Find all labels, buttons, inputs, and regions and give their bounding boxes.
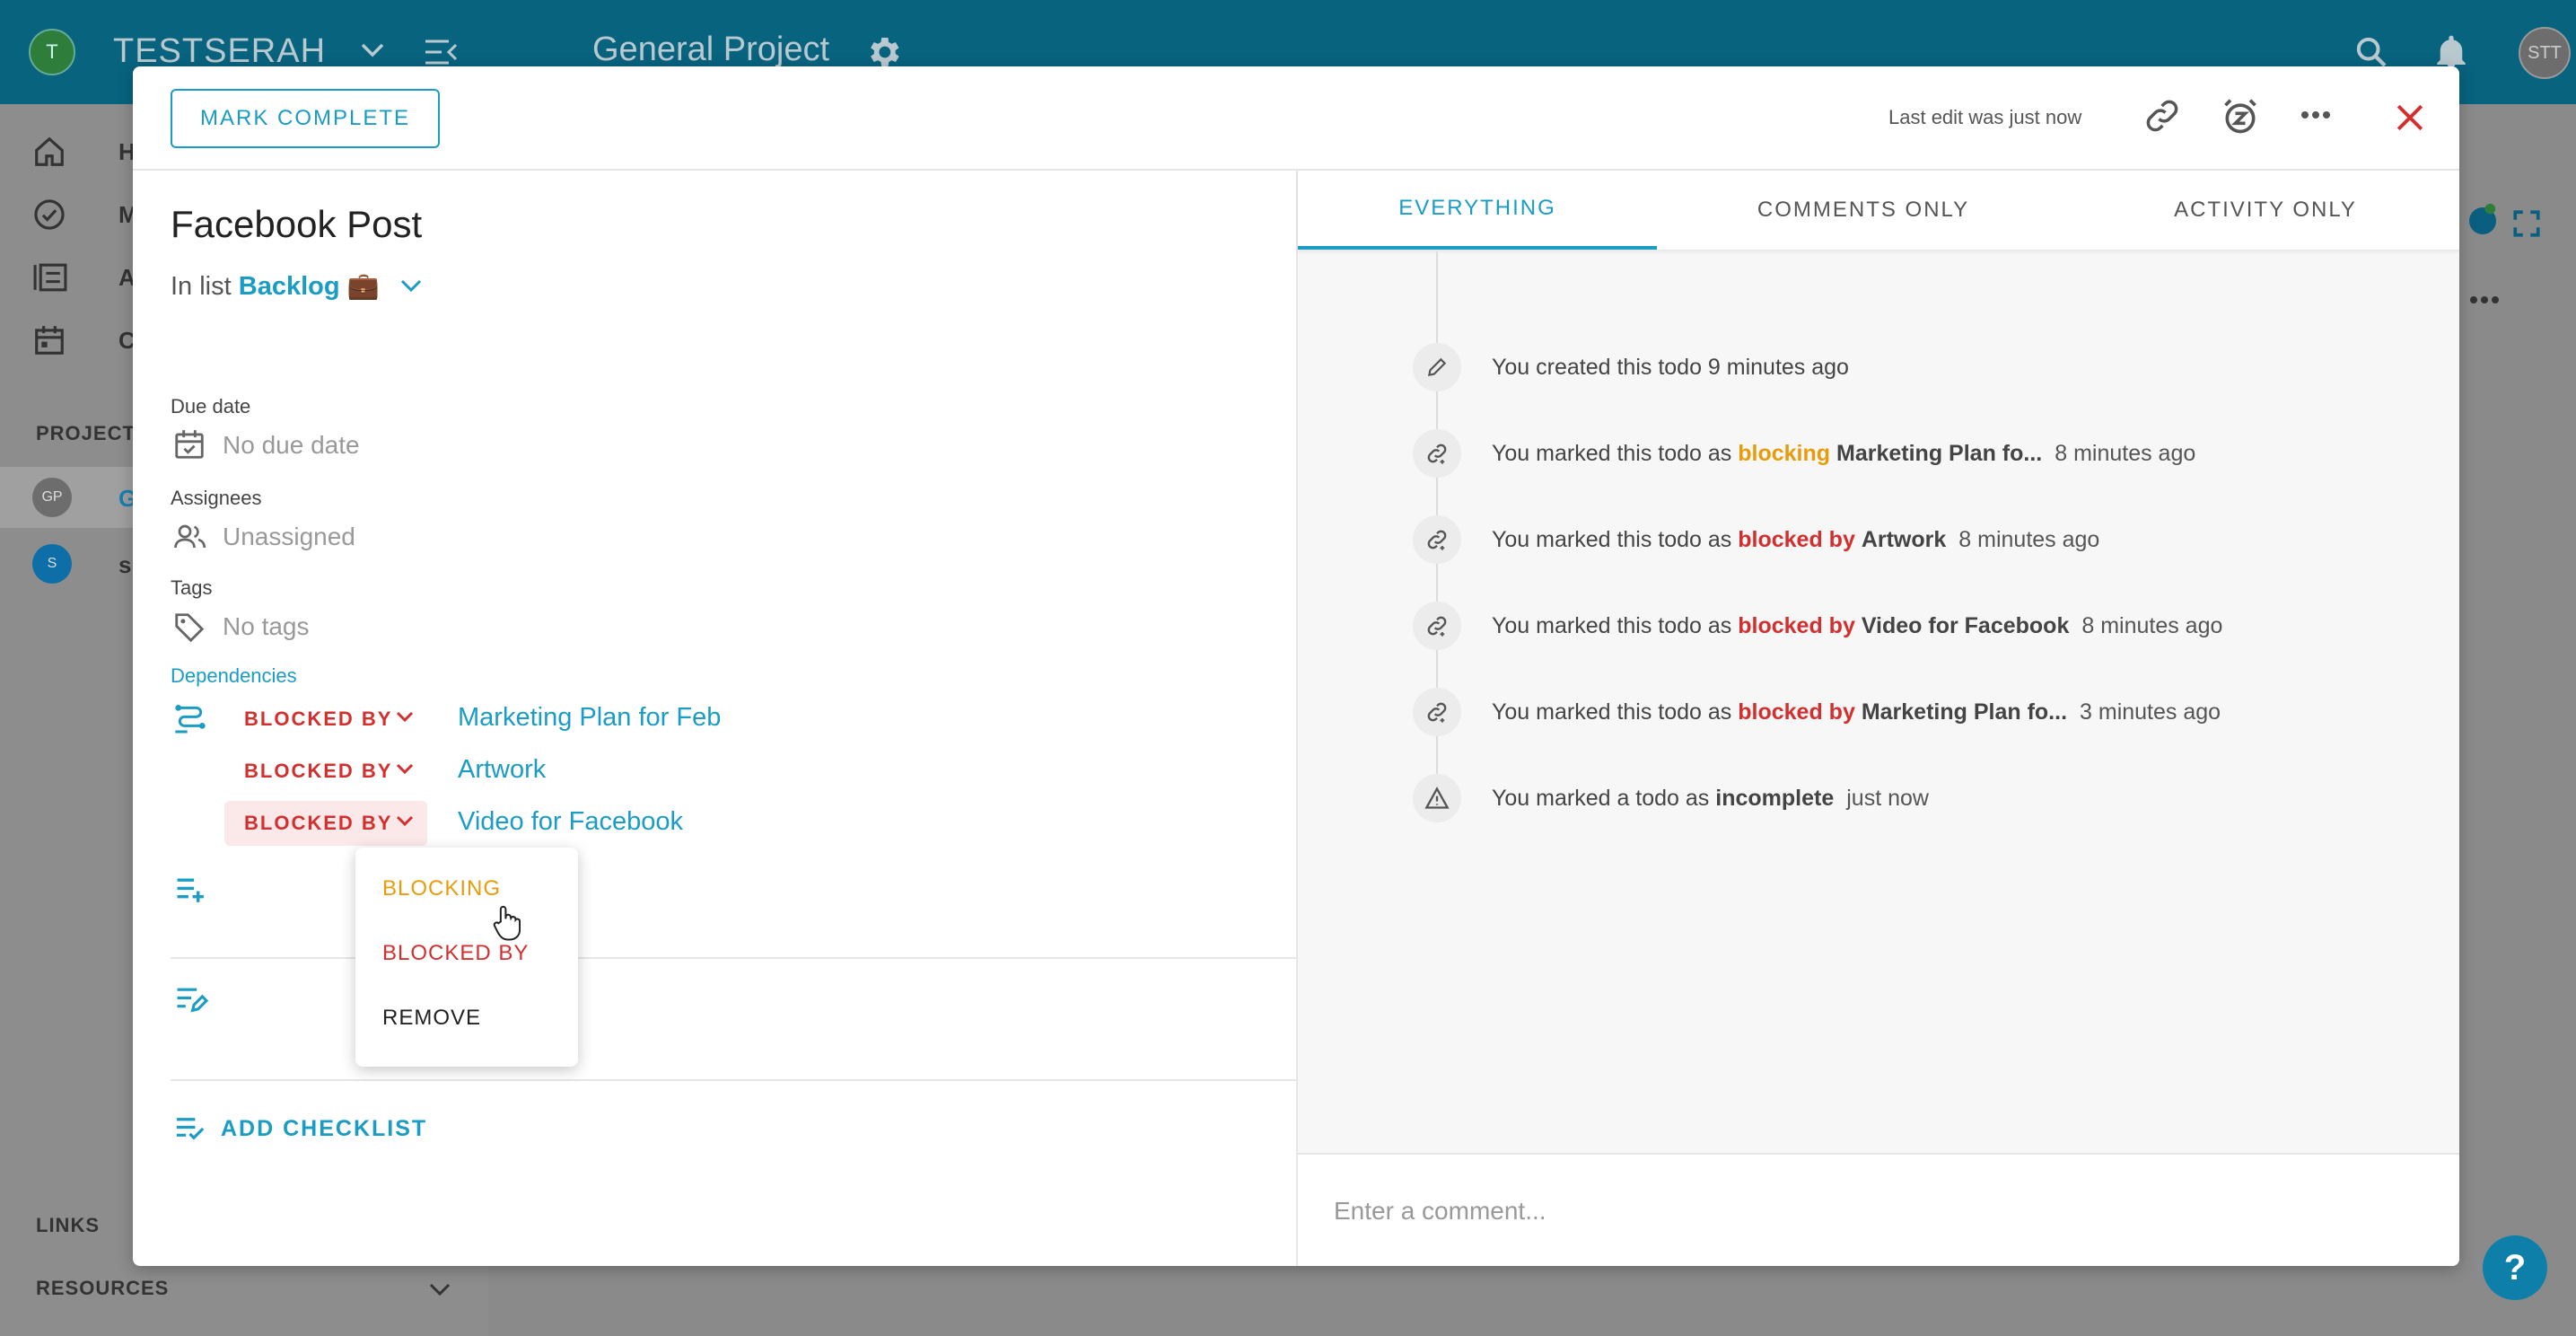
- workspace-name[interactable]: TESTSERAH: [113, 32, 326, 71]
- activity-text: You marked this todo as blocked by Video…: [1492, 613, 2223, 638]
- tab-everything[interactable]: EVERYTHING: [1298, 171, 1657, 250]
- dependency-type-menu: BLOCKING BLOCKED BY REMOVE: [355, 848, 578, 1067]
- dependency-link[interactable]: Marketing Plan for Feb: [458, 703, 721, 733]
- chevron-down-icon[interactable]: [399, 277, 424, 294]
- due-date-value[interactable]: No due date: [223, 431, 360, 460]
- chevron-down-icon: [396, 763, 414, 775]
- check-circle-icon[interactable]: [32, 198, 66, 232]
- search-icon[interactable]: [2353, 34, 2389, 70]
- chevron-down-icon[interactable]: [427, 1280, 452, 1298]
- todo-details-pane: Facebook Post In list Backlog 💼 Due date…: [133, 171, 1296, 1266]
- activity-text: You marked this todo as blocking Marketi…: [1492, 441, 2196, 466]
- chevron-down-icon: [396, 815, 414, 827]
- todo-title[interactable]: Facebook Post: [171, 203, 422, 246]
- divider: [171, 957, 1296, 959]
- chevron-down-icon: [396, 711, 414, 723]
- resources-section-label[interactable]: RESOURCES: [36, 1277, 169, 1300]
- menu-item-blocked-by[interactable]: BLOCKED BY: [382, 941, 529, 966]
- hand-cursor-icon: [493, 905, 521, 941]
- dependency-type-select[interactable]: BLOCKED BY: [224, 697, 427, 742]
- last-edit-status: Last edit was just now: [1888, 106, 2082, 128]
- more-options-icon[interactable]: [2468, 294, 2501, 305]
- activity-entry: You created this todo 9 minutes ago: [1298, 341, 2459, 395]
- warning-icon: [1413, 774, 1461, 822]
- activity-text: You marked this todo as blocked by Artwo…: [1492, 527, 2100, 552]
- collapse-menu-icon[interactable]: [424, 38, 460, 66]
- activity-entry: You marked this todo as blocked by Video…: [1298, 600, 2459, 654]
- dependency-row: BLOCKED BY Artwork: [133, 749, 1296, 795]
- checklist-icon: [176, 1118, 205, 1140]
- menu-item-remove[interactable]: REMOVE: [382, 1006, 481, 1031]
- activity-entry: You marked this todo as blocking Marketi…: [1298, 427, 2459, 481]
- links-section-label[interactable]: LINKS: [36, 1214, 100, 1237]
- divider: [171, 1079, 1296, 1081]
- activity-pane: EVERYTHING COMMENTS ONLY ACTIVITY ONLY Y…: [1296, 171, 2459, 1266]
- activity-entry: You marked a todo as incomplete just now: [1298, 772, 2459, 826]
- add-checklist-label: ADD CHECKLIST: [221, 1115, 428, 1141]
- dependency-type-label: BLOCKED BY: [244, 812, 393, 834]
- close-icon[interactable]: [2395, 102, 2425, 133]
- dependency-link[interactable]: Artwork: [458, 755, 546, 785]
- list-selector[interactable]: In list Backlog 💼: [171, 271, 380, 302]
- in-list-prefix: In list: [171, 272, 232, 301]
- assignees-label: Assignees: [171, 487, 262, 509]
- add-dependency-icon[interactable]: [174, 875, 208, 905]
- tags-label: Tags: [171, 576, 213, 599]
- dependencies-label: Dependencies: [171, 664, 297, 687]
- add-checklist-button[interactable]: ADD CHECKLIST: [174, 1115, 427, 1142]
- fullscreen-icon[interactable]: [2511, 208, 2542, 239]
- help-button[interactable]: ?: [2483, 1235, 2547, 1300]
- dependency-row: BLOCKED BY Video for Facebook: [133, 801, 1296, 848]
- modal-header: MARK COMPLETE Last edit was just now: [133, 66, 2459, 171]
- link-icon: [1413, 429, 1461, 478]
- activity-entry: You marked this todo as blocked by Marke…: [1298, 686, 2459, 740]
- mark-complete-button[interactable]: MARK COMPLETE: [171, 89, 440, 148]
- dependency-type-select[interactable]: BLOCKED BY: [224, 749, 427, 794]
- tab-activity-only[interactable]: ACTIVITY ONLY: [2070, 171, 2459, 250]
- chevron-down-icon[interactable]: [359, 40, 386, 61]
- sidebar-item-label: s: [118, 551, 132, 578]
- link-icon: [1413, 602, 1461, 650]
- link-icon: [1413, 515, 1461, 564]
- snooze-alarm-icon[interactable]: [2221, 97, 2260, 136]
- activity-text: You marked a todo as incomplete just now: [1492, 786, 1929, 811]
- link-icon[interactable]: [2143, 97, 2181, 135]
- dependency-type-label: BLOCKED BY: [244, 708, 393, 730]
- activity-text: You created this todo 9 minutes ago: [1492, 355, 1849, 380]
- tab-comments-only[interactable]: COMMENTS ONLY: [1657, 171, 2070, 250]
- home-icon[interactable]: [32, 135, 66, 169]
- menu-item-blocking[interactable]: BLOCKING: [382, 876, 501, 901]
- due-date-label: Due date: [171, 395, 251, 418]
- dependency-row: BLOCKED BY Marketing Plan for Feb: [133, 697, 1296, 743]
- pencil-icon: [1413, 343, 1461, 391]
- dependency-type-select[interactable]: BLOCKED BY: [224, 801, 427, 846]
- list-name[interactable]: Backlog 💼: [239, 272, 380, 301]
- todo-detail-modal: MARK COMPLETE Last edit was just now Fac…: [133, 66, 2459, 1266]
- calendar-check-icon[interactable]: [172, 427, 206, 461]
- project-title: General Project: [592, 31, 830, 68]
- project-avatar: S: [32, 544, 72, 584]
- assignees-value[interactable]: Unassigned: [223, 523, 355, 551]
- comment-input[interactable]: [1334, 1189, 2411, 1234]
- activity-text: You marked this todo as blocked by Marke…: [1492, 699, 2221, 725]
- calendar-icon[interactable]: [32, 323, 66, 357]
- comment-box: [1298, 1153, 2459, 1266]
- activity-icon[interactable]: [32, 260, 68, 294]
- tags-value[interactable]: No tags: [223, 612, 310, 641]
- user-avatar[interactable]: STT: [2519, 27, 2571, 79]
- edit-description-icon[interactable]: [174, 984, 208, 1015]
- more-options-icon[interactable]: [2300, 110, 2332, 120]
- tag-icon[interactable]: [172, 611, 206, 645]
- dependency-link[interactable]: Video for Facebook: [458, 807, 683, 837]
- project-avatar: GP: [32, 478, 72, 517]
- activity-entry: You marked this todo as blocked by Artwo…: [1298, 514, 2459, 567]
- dependency-type-label: BLOCKED BY: [244, 760, 393, 782]
- link-icon: [1413, 688, 1461, 736]
- activity-tabs: EVERYTHING COMMENTS ONLY ACTIVITY ONLY: [1298, 171, 2459, 250]
- users-icon[interactable]: [172, 521, 208, 553]
- robot-icon[interactable]: [2465, 203, 2501, 239]
- workspace-avatar[interactable]: T: [29, 29, 75, 75]
